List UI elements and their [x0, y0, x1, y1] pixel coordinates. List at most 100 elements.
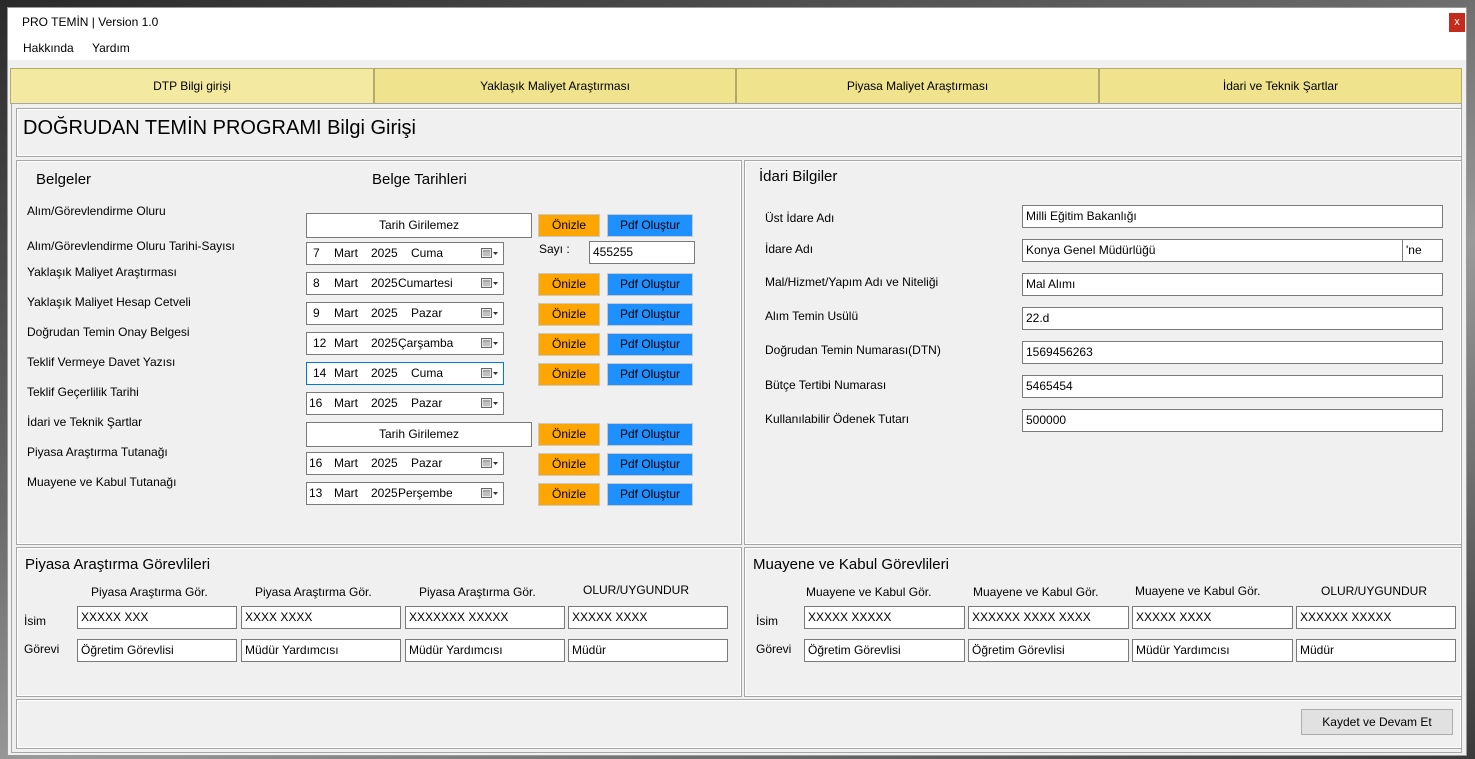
- date-picker[interactable]: 12 Mart 2025 Çarşamba: [306, 332, 504, 355]
- mal-hizmet-input[interactable]: Mal Alımı: [1022, 273, 1443, 296]
- date-weekday: Cuma: [411, 366, 444, 380]
- alim-usulu-input[interactable]: 22.d: [1022, 307, 1443, 330]
- isim-label: İsim: [756, 614, 778, 628]
- column-header: OLUR/UYGUNDUR: [1321, 584, 1428, 598]
- calendar-dropdown-icon[interactable]: [481, 396, 499, 411]
- butce-input[interactable]: 5465454: [1022, 375, 1443, 398]
- preview-button[interactable]: Önizle: [538, 273, 600, 296]
- name-input[interactable]: XXXXXXX XXXXX: [405, 606, 565, 629]
- pdf-button[interactable]: Pdf Oluştur: [607, 214, 693, 237]
- pdf-button[interactable]: Pdf Oluştur: [607, 423, 693, 446]
- date-weekday: Pazar: [411, 306, 443, 320]
- role-input[interactable]: Müdür Yardımcısı: [241, 639, 401, 662]
- role-input[interactable]: Öğretim Görevlisi: [77, 639, 237, 662]
- doc-label: Piyasa Araştırma Tutanağı: [27, 445, 168, 459]
- calendar-dropdown-icon[interactable]: [481, 306, 499, 321]
- name-input[interactable]: XXXX XXXX: [241, 606, 401, 629]
- date-year: 2025: [371, 486, 398, 500]
- doc-label: Muayene ve Kabul Tutanağı: [27, 475, 177, 489]
- role-input[interactable]: Müdür Yardımcısı: [1132, 639, 1293, 662]
- ust-idare-input[interactable]: Milli Eğitim Bakanlığı: [1022, 205, 1443, 228]
- footer-panel: Kaydet ve Devam Et: [16, 699, 1462, 749]
- odenek-input[interactable]: 500000: [1022, 409, 1443, 432]
- role-input[interactable]: Öğretim Görevlisi: [968, 639, 1129, 662]
- piyasa-panel: Piyasa Araştırma Görevlileri Piyasa Araş…: [16, 547, 742, 697]
- date-year: 2025: [371, 246, 398, 260]
- piyasa-title: Piyasa Araştırma Görevlileri: [25, 556, 211, 573]
- doc-label: Yaklaşık Maliyet Araştırması: [27, 265, 177, 279]
- calendar-dropdown-icon[interactable]: [481, 486, 499, 501]
- belgeler-title: Belgeler: [36, 171, 92, 188]
- date-day: 7: [313, 246, 320, 260]
- date-picker[interactable]: 13 Mart 2025 Perşembe: [306, 482, 504, 505]
- calendar-dropdown-icon[interactable]: [481, 246, 499, 261]
- preview-button[interactable]: Önizle: [538, 453, 600, 476]
- title-bar: PRO TEMİN | Version 1.0 x: [8, 8, 1466, 36]
- pdf-button[interactable]: Pdf Oluştur: [607, 273, 693, 296]
- idari-label: Kullanılabilir Ödenek Tutarı: [765, 412, 910, 426]
- role-input[interactable]: Müdür: [568, 639, 728, 662]
- date-picker[interactable]: 8 Mart 2025 Cumartesi: [306, 272, 504, 295]
- muayene-panel: Muayene ve Kabul Görevlileri Muayene ve …: [744, 547, 1462, 697]
- tab-idari-teknik[interactable]: İdari ve Teknik Şartlar: [1099, 68, 1462, 104]
- name-input[interactable]: XXXXX XXXX: [568, 606, 728, 629]
- column-header: Muayene ve Kabul Gör.: [973, 585, 1099, 599]
- preview-button[interactable]: Önizle: [538, 214, 600, 237]
- idari-label: İdare Adı: [765, 242, 814, 256]
- preview-button[interactable]: Önizle: [538, 303, 600, 326]
- calendar-dropdown-icon[interactable]: [481, 456, 499, 471]
- date-weekday: Perşembe: [398, 486, 453, 500]
- pdf-button[interactable]: Pdf Oluştur: [607, 363, 693, 386]
- date-day: 12: [313, 336, 327, 350]
- pdf-button[interactable]: Pdf Oluştur: [607, 453, 693, 476]
- doc-label: Teklif Vermeye Davet Yazısı: [27, 355, 176, 369]
- belge-tarihleri-title: Belge Tarihleri: [372, 171, 467, 188]
- menu-hakkinda[interactable]: Hakkında: [23, 41, 74, 55]
- preview-button[interactable]: Önizle: [538, 423, 600, 446]
- date-weekday: Cuma: [411, 246, 444, 260]
- doc-label: İdari ve Teknik Şartlar: [27, 415, 143, 429]
- date-picker[interactable]: 16 Mart 2025 Pazar: [306, 392, 504, 415]
- name-input[interactable]: XXXXXX XXXX XXXX: [968, 606, 1129, 629]
- calendar-dropdown-icon[interactable]: [481, 336, 499, 351]
- pdf-button[interactable]: Pdf Oluştur: [607, 303, 693, 326]
- tab-yaklasik-maliyet[interactable]: Yaklaşık Maliyet Araştırması: [374, 68, 736, 104]
- save-continue-button[interactable]: Kaydet ve Devam Et: [1301, 709, 1453, 735]
- date-picker[interactable]: 9 Mart 2025 Pazar: [306, 302, 504, 325]
- calendar-dropdown-icon[interactable]: [481, 366, 499, 381]
- idari-label: Üst İdare Adı: [765, 211, 835, 225]
- name-input[interactable]: XXXXX XXXX: [1132, 606, 1293, 629]
- name-input[interactable]: XXXXX XXXXX: [804, 606, 965, 629]
- date-picker[interactable]: 14 Mart 2025 Cuma: [306, 362, 504, 385]
- name-input[interactable]: XXXXX XXX: [77, 606, 237, 629]
- date-day: 9: [313, 306, 320, 320]
- tab-dtp-bilgi[interactable]: DTP Bilgi girişi: [10, 68, 374, 104]
- close-button[interactable]: x: [1449, 13, 1465, 32]
- role-input[interactable]: Müdür Yardımcısı: [405, 639, 565, 662]
- doc-label: Alım/Görevlendirme Oluru Tarihi-Sayısı: [27, 239, 235, 253]
- pdf-button[interactable]: Pdf Oluştur: [607, 333, 693, 356]
- preview-button[interactable]: Önizle: [538, 333, 600, 356]
- date-picker[interactable]: 16 Mart 2025 Pazar: [306, 452, 504, 475]
- role-input[interactable]: Öğretim Görevlisi: [804, 639, 965, 662]
- idare-adi-input[interactable]: Konya Genel Müdürlüğü: [1022, 239, 1403, 262]
- preview-button[interactable]: Önizle: [538, 363, 600, 386]
- doc-label: Alım/Görevlendirme Oluru: [27, 204, 166, 218]
- date-picker[interactable]: 7 Mart 2025 Cuma: [306, 242, 504, 265]
- tab-piyasa-maliyet[interactable]: Piyasa Maliyet Araştırması: [736, 68, 1099, 104]
- date-month: Mart: [334, 366, 358, 380]
- preview-button[interactable]: Önizle: [538, 483, 600, 506]
- menu-yardim[interactable]: Yardım: [92, 41, 130, 55]
- date-day: 14: [313, 366, 327, 380]
- date-year: 2025: [371, 396, 398, 410]
- role-input[interactable]: Müdür: [1296, 639, 1456, 662]
- sayi-input[interactable]: 455255: [589, 241, 695, 264]
- date-weekday: Cumartesi: [398, 276, 453, 290]
- calendar-dropdown-icon[interactable]: [481, 276, 499, 291]
- dtn-input[interactable]: 1569456263: [1022, 341, 1443, 364]
- date-month: Mart: [334, 486, 358, 500]
- name-input[interactable]: XXXXXX XXXXX: [1296, 606, 1456, 629]
- date-month: Mart: [334, 276, 358, 290]
- pdf-button[interactable]: Pdf Oluştur: [607, 483, 693, 506]
- date-day: 8: [313, 276, 320, 290]
